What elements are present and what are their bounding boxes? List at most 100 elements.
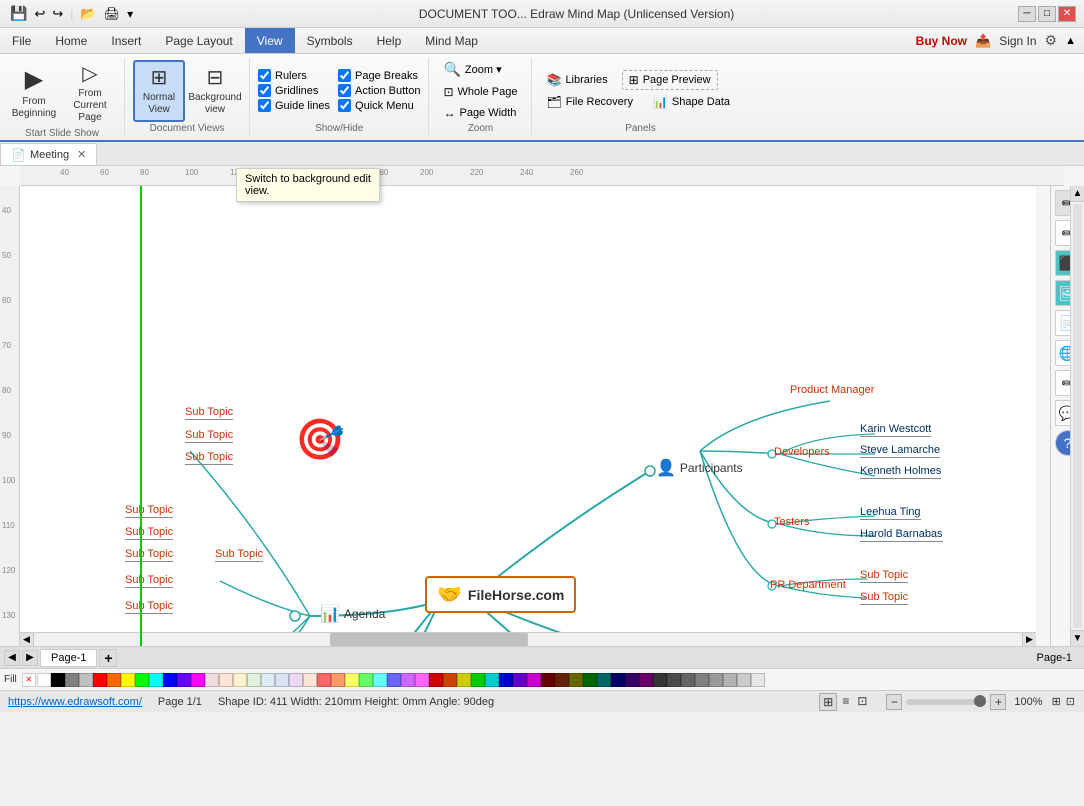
tab-close-button[interactable]: ✕ bbox=[77, 148, 86, 161]
agenda-top-sub2[interactable]: Sub Topic bbox=[185, 429, 233, 443]
participants-node[interactable]: 👤 Participants bbox=[656, 458, 743, 478]
color-swatch[interactable] bbox=[569, 673, 583, 687]
agenda-top-sub3[interactable]: Sub Topic bbox=[185, 451, 233, 465]
add-tab-button[interactable]: + bbox=[99, 649, 117, 667]
agenda-mid-sub2[interactable]: Sub Topic bbox=[125, 526, 173, 540]
kenneth-holmes-node[interactable]: Kenneth Holmes bbox=[860, 465, 941, 479]
redo-icon[interactable]: ↪ bbox=[50, 4, 65, 24]
color-swatch[interactable] bbox=[429, 673, 443, 687]
color-swatch[interactable] bbox=[345, 673, 359, 687]
steve-lamarche-node[interactable]: Steve Lamarche bbox=[860, 444, 940, 458]
color-swatch[interactable] bbox=[149, 673, 163, 687]
agenda-top-sub1[interactable]: Sub Topic bbox=[185, 406, 233, 420]
menu-help[interactable]: Help bbox=[365, 28, 414, 53]
color-swatch[interactable] bbox=[555, 673, 569, 687]
menu-home[interactable]: Home bbox=[43, 28, 99, 53]
shape-data-button[interactable]: 📊 Shape Data bbox=[647, 93, 736, 111]
product-manager-node[interactable]: Product Manager bbox=[790, 384, 874, 396]
color-swatch[interactable] bbox=[359, 673, 373, 687]
developers-node[interactable]: Developers bbox=[774, 446, 830, 458]
agenda-mid-sub6[interactable]: Sub Topic bbox=[125, 600, 173, 614]
agenda-mid-sub1[interactable]: Sub Topic bbox=[125, 504, 173, 518]
color-swatch[interactable] bbox=[751, 673, 765, 687]
color-swatch[interactable] bbox=[513, 673, 527, 687]
guide-lines-checkbox[interactable]: Guide lines bbox=[258, 99, 330, 112]
pr-department-node[interactable]: PR Department bbox=[770, 579, 846, 591]
karin-westcott-node[interactable]: Karin Westcott bbox=[860, 423, 931, 437]
agenda-mid-sub3[interactable]: Sub Topic bbox=[125, 548, 173, 562]
zoom-slider-track[interactable] bbox=[906, 699, 986, 705]
leehua-ting-node[interactable]: Leehua Ting bbox=[860, 506, 921, 520]
color-swatch[interactable] bbox=[219, 673, 233, 687]
quick-menu-icon[interactable]: ▾ bbox=[125, 5, 135, 23]
from-beginning-button[interactable]: ▶ FromBeginning bbox=[8, 62, 60, 125]
from-current-page-button[interactable]: ▷ From CurrentPage bbox=[64, 58, 116, 128]
color-swatch[interactable] bbox=[639, 673, 653, 687]
color-swatch[interactable] bbox=[205, 673, 219, 687]
scroll-up-button[interactable]: ▲ bbox=[1071, 186, 1084, 202]
save-icon[interactable]: 💾 bbox=[8, 3, 29, 24]
close-button[interactable]: ✕ bbox=[1058, 6, 1076, 22]
maximize-button[interactable]: □ bbox=[1038, 6, 1056, 22]
status-icon-2[interactable]: ⊡ bbox=[1065, 694, 1076, 709]
tab-nav-prev[interactable]: ◀ bbox=[4, 650, 20, 666]
pr-subtopic-2-node[interactable]: Sub Topic bbox=[860, 591, 908, 605]
center-node[interactable]: 🤝 FileHorse.com bbox=[425, 576, 576, 613]
pr-subtopic-1-node[interactable]: Sub Topic bbox=[860, 569, 908, 583]
color-swatch[interactable] bbox=[163, 673, 177, 687]
color-swatch[interactable] bbox=[121, 673, 135, 687]
page-preview-button[interactable]: ⊞ Page Preview bbox=[622, 70, 718, 90]
color-swatch[interactable] bbox=[443, 673, 457, 687]
scroll-track[interactable] bbox=[34, 633, 1022, 646]
quick-menu-checkbox[interactable]: Quick Menu bbox=[338, 99, 420, 112]
page-breaks-checkbox[interactable]: Page Breaks bbox=[338, 69, 420, 82]
open-icon[interactable]: 📂 bbox=[78, 4, 98, 24]
color-swatch[interactable] bbox=[695, 673, 709, 687]
color-swatch[interactable] bbox=[667, 673, 681, 687]
libraries-button[interactable]: 📚 Libraries bbox=[540, 70, 613, 90]
color-swatch[interactable] bbox=[681, 673, 695, 687]
color-swatch[interactable] bbox=[499, 673, 513, 687]
color-swatch[interactable] bbox=[177, 673, 191, 687]
color-swatch[interactable] bbox=[737, 673, 751, 687]
view-mode-grid[interactable]: ⊞ ≡ ⊡ bbox=[819, 693, 870, 711]
status-icon-1[interactable]: ⊞ bbox=[1051, 694, 1062, 709]
color-swatch[interactable] bbox=[317, 673, 331, 687]
menu-file[interactable]: File bbox=[0, 28, 43, 53]
color-swatch[interactable] bbox=[289, 673, 303, 687]
gridlines-checkbox[interactable]: Gridlines bbox=[258, 84, 330, 97]
agenda-mid-sub5[interactable]: Sub Topic bbox=[125, 574, 173, 588]
color-swatch[interactable] bbox=[653, 673, 667, 687]
scroll-left-button[interactable]: ◀ bbox=[20, 633, 34, 647]
no-fill-swatch[interactable]: ✕ bbox=[22, 673, 36, 687]
zoom-button[interactable]: 🔍 Zoom ▾ bbox=[437, 59, 523, 80]
color-swatch[interactable] bbox=[275, 673, 289, 687]
color-swatch[interactable] bbox=[37, 673, 51, 687]
color-swatch[interactable] bbox=[331, 673, 345, 687]
color-swatch[interactable] bbox=[79, 673, 93, 687]
color-swatch[interactable] bbox=[247, 673, 261, 687]
testers-node[interactable]: Testers bbox=[774, 516, 809, 528]
main-canvas[interactable]: 🤝 FileHorse.com 🎯 📊 Agenda 👤 Participant… bbox=[20, 186, 1036, 646]
buy-now-button[interactable]: Buy Now bbox=[916, 34, 967, 48]
minimize-button[interactable]: ─ bbox=[1018, 6, 1036, 22]
color-swatch[interactable] bbox=[107, 673, 121, 687]
vertical-scrollbar[interactable]: ▲ ▼ bbox=[1070, 186, 1084, 646]
document-tab[interactable]: 📄 Meeting ✕ bbox=[0, 143, 97, 165]
page-tab[interactable]: Page-1 bbox=[40, 649, 97, 667]
share-icon[interactable]: 📤 bbox=[975, 33, 991, 49]
zoom-plus-button[interactable]: + bbox=[990, 694, 1006, 710]
color-swatch[interactable] bbox=[415, 673, 429, 687]
color-swatch[interactable] bbox=[471, 673, 485, 687]
color-swatch[interactable] bbox=[373, 673, 387, 687]
background-view-button[interactable]: ⊟ Backgroundview bbox=[189, 61, 241, 121]
color-swatch[interactable] bbox=[611, 673, 625, 687]
menu-page-layout[interactable]: Page Layout bbox=[153, 28, 244, 53]
rulers-checkbox[interactable]: Rulers bbox=[258, 69, 330, 82]
detail-view-icon[interactable]: ⊡ bbox=[854, 693, 870, 711]
color-swatch[interactable] bbox=[583, 673, 597, 687]
color-swatch[interactable] bbox=[191, 673, 205, 687]
whole-page-button[interactable]: ⊡ Whole Page bbox=[437, 83, 523, 101]
page-width-button[interactable]: ↔ Page Width bbox=[437, 104, 523, 122]
color-swatch[interactable] bbox=[457, 673, 471, 687]
